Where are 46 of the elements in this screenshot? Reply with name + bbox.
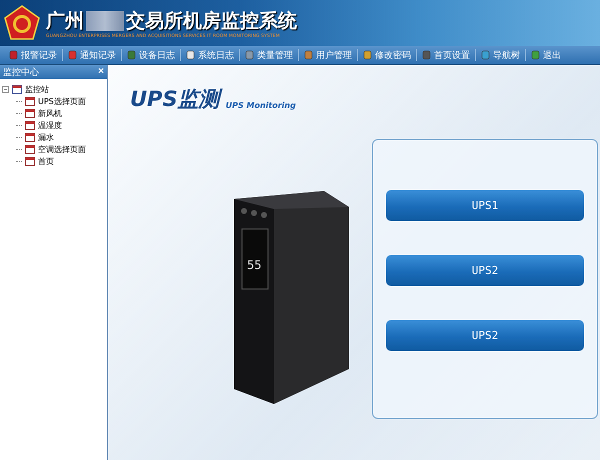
- tree-item[interactable]: 漏水: [38, 132, 54, 142]
- panel-title: 监控中心: [3, 66, 39, 78]
- system-title: 广州: [46, 8, 84, 34]
- emblem-logo: [4, 5, 40, 41]
- toolbar-button[interactable]: 报警记录: [4, 49, 63, 61]
- toolbar-icon: [363, 50, 372, 60]
- toolbar-button[interactable]: 设备日志: [122, 49, 181, 61]
- tree-item[interactable]: 新风机: [38, 108, 62, 118]
- toolbar-icon: [127, 50, 136, 60]
- close-button[interactable]: ×: [98, 67, 104, 77]
- collapse-toggle[interactable]: [2, 86, 9, 92]
- page-icon: [25, 96, 35, 106]
- page-icon: [25, 108, 35, 118]
- toolbar-icon: [9, 50, 18, 60]
- toolbar-icon: [245, 50, 254, 60]
- toolbar-icon: [481, 50, 490, 60]
- toolbar-icon: [531, 50, 540, 60]
- tree-item[interactable]: 监控站: [25, 84, 49, 94]
- tree-item[interactable]: UPS选择页面: [38, 96, 86, 106]
- toolbar-button[interactable]: 类量管理: [240, 49, 299, 61]
- toolbar-button[interactable]: 退出: [526, 49, 566, 61]
- toolbar-button[interactable]: 首页设置: [417, 49, 476, 61]
- page-icon: [25, 156, 35, 166]
- tree-item[interactable]: 首页: [38, 156, 54, 166]
- toolbar-icon: [304, 50, 313, 60]
- toolbar-button[interactable]: 用户管理: [299, 49, 358, 61]
- page-icon: [25, 120, 35, 130]
- blurred-text: [86, 10, 124, 30]
- toolbar-icon: [186, 50, 195, 60]
- page-icon: [25, 132, 35, 142]
- system-title: 交易所机房监控系统: [126, 8, 297, 34]
- tree-item[interactable]: 温湿度: [38, 120, 62, 130]
- toolbar-button[interactable]: 导航树: [476, 49, 526, 61]
- page-subtitle: UPS Monitoring: [226, 101, 296, 112]
- toolbar-button[interactable]: 修改密码: [358, 49, 417, 61]
- device-display-reading: 55: [247, 258, 262, 272]
- toolbar-button[interactable]: 通知记录: [63, 49, 122, 61]
- tree-item[interactable]: 空调选择页面: [38, 144, 86, 154]
- page-icon: [25, 144, 35, 154]
- toolbar-button[interactable]: 系统日志: [181, 49, 240, 61]
- ups-button[interactable]: UPS2: [386, 255, 584, 286]
- ups-button[interactable]: UPS1: [386, 190, 584, 221]
- toolbar-icon: [68, 50, 77, 60]
- ups-button[interactable]: UPS2: [386, 320, 584, 351]
- station-icon: [12, 84, 22, 94]
- toolbar-icon: [422, 50, 431, 60]
